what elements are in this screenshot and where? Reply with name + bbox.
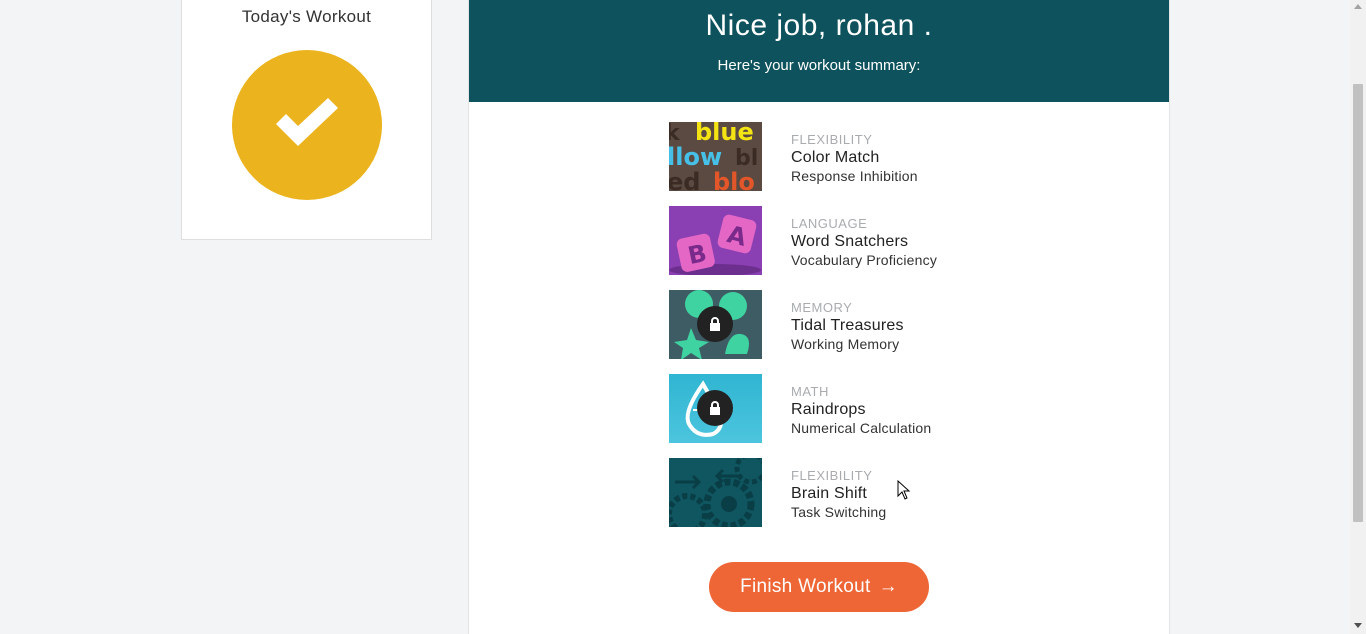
game-name: Brain Shift: [791, 485, 868, 502]
finish-workout-label: Finish Workout: [740, 576, 871, 597]
game-category: LANGUAGE: [791, 216, 868, 231]
lock-icon: [697, 306, 733, 342]
game-category: FLEXIBILITY: [791, 132, 873, 147]
vertical-scrollbar[interactable]: [1350, 0, 1366, 634]
color-match-thumbnail: k blue llow bl ed blo: [669, 122, 762, 191]
game-skill: Vocabulary Proficiency: [791, 252, 938, 268]
game-list: k blue llow bl ed blo FLEXIBILITY Color …: [669, 122, 1069, 542]
mouse-cursor-icon: [897, 480, 911, 500]
workout-summary-panel: Nice job, rohan . Here's your workout su…: [468, 0, 1170, 634]
scrollbar-thumb[interactable]: [1353, 84, 1363, 522]
thumb-word: blo: [713, 168, 755, 191]
game-name: Raindrops: [791, 401, 866, 418]
summary-subtitle: Here's your workout summary:: [717, 57, 921, 74]
thumb-word: ed: [669, 168, 700, 191]
game-skill: Response Inhibition: [791, 168, 918, 184]
summary-header: Nice job, rohan . Here's your workout su…: [469, 0, 1169, 102]
thumb-word: llow: [669, 143, 722, 171]
game-category: FLEXIBILITY: [791, 468, 873, 483]
game-info: LANGUAGE Word Snatchers Vocabulary Profi…: [791, 216, 937, 268]
game-row-color-match[interactable]: k blue llow bl ed blo FLEXIBILITY Color …: [669, 122, 1069, 206]
game-info: MEMORY Tidal Treasures Working Memory: [791, 300, 904, 352]
game-info: FLEXIBILITY Color Match Response Inhibit…: [791, 132, 918, 184]
checkmark-icon: [276, 98, 338, 146]
word-snatchers-thumbnail: B A: [669, 206, 762, 275]
game-row-tidal-treasures[interactable]: MEMORY Tidal Treasures Working Memory: [669, 290, 1069, 374]
tidal-treasures-thumbnail: [669, 290, 762, 359]
game-name: Color Match: [791, 149, 880, 166]
raindrops-thumbnail: [669, 374, 762, 443]
game-row-raindrops[interactable]: MATH Raindrops Numerical Calculation: [669, 374, 1069, 458]
game-info: FLEXIBILITY Brain Shift Task Switching: [791, 468, 886, 520]
game-category: MEMORY: [791, 300, 853, 315]
arrow-right-icon: →: [878, 576, 898, 597]
workout-complete-badge: [232, 50, 382, 200]
game-skill: Working Memory: [791, 336, 900, 352]
game-category: MATH: [791, 384, 829, 399]
game-name: Tidal Treasures: [791, 317, 904, 334]
scroll-down-arrow-icon[interactable]: [1354, 623, 1362, 628]
lock-icon: [697, 390, 733, 426]
game-skill: Task Switching: [791, 504, 887, 520]
game-row-word-snatchers[interactable]: B A LANGUAGE Word Snatchers Vocabulary P…: [669, 206, 1069, 290]
game-name: Word Snatchers: [791, 233, 909, 250]
game-info: MATH Raindrops Numerical Calculation: [791, 384, 931, 436]
todays-workout-title: Today's Workout: [241, 7, 372, 26]
game-row-brain-shift[interactable]: FLEXIBILITY Brain Shift Task Switching: [669, 458, 1069, 542]
game-skill: Numerical Calculation: [791, 420, 932, 436]
todays-workout-card: Today's Workout: [181, 0, 432, 240]
scroll-up-arrow-icon[interactable]: [1354, 4, 1362, 9]
finish-workout-button[interactable]: Finish Workout →: [709, 562, 929, 612]
congrats-title: Nice job, rohan .: [705, 9, 933, 42]
brain-shift-thumbnail: [669, 458, 762, 527]
